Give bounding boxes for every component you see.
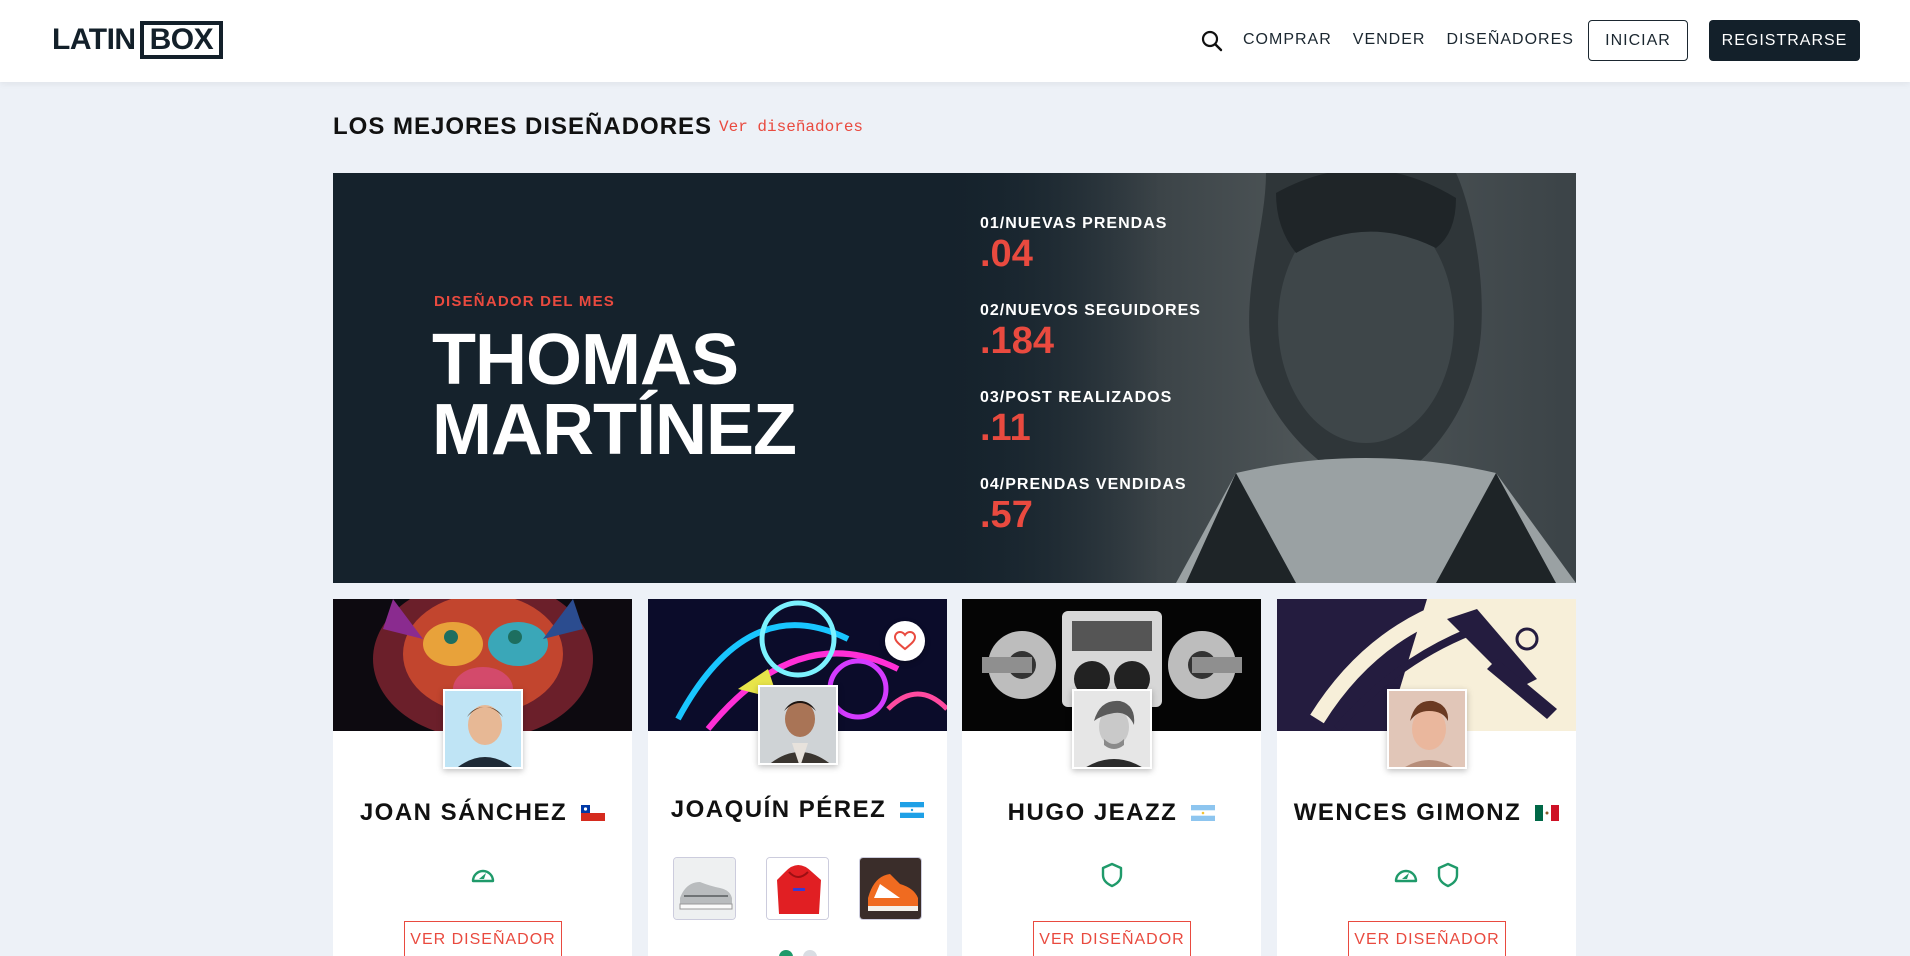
nav-links: COMPRAR VENDER DISEÑADORES (1243, 31, 1574, 49)
designer-name: WENCES GIMONZ (1293, 799, 1522, 826)
hero-name-line2: MARTÍNEZ (432, 390, 797, 470)
hero-designer-name: THOMAS MARTÍNEZ (432, 320, 797, 470)
stat-item: 01/NUEVAS PRENDAS .04 (980, 215, 1201, 302)
shield-icon (1437, 862, 1458, 888)
stat-value: .11 (980, 407, 1031, 449)
stat-item: 04/PRENDAS VENDIDAS .57 (980, 476, 1201, 563)
top-navbar: LATIN BOX COMPRAR VENDER DISEÑADORES INI… (0, 0, 1910, 82)
stat-label: 01/NUEVAS PRENDAS (980, 215, 1168, 232)
logo-text-latin: LATIN (52, 23, 136, 56)
carousel-dots (648, 950, 947, 956)
stat-item: 03/POST REALIZADOS .11 (980, 389, 1201, 476)
argentina-flag-icon (1191, 805, 1216, 821)
designer-of-month-hero: DISEÑADOR DEL MES THOMAS MARTÍNEZ 01/NUE… (333, 173, 1576, 583)
designer-name-row: WENCES GIMONZ (1277, 799, 1576, 827)
mexico-flag-icon (1535, 805, 1560, 821)
login-button[interactable]: INICIAR (1588, 20, 1688, 61)
badges-row (962, 861, 1261, 889)
carousel-dot[interactable] (778, 950, 793, 956)
speedometer-icon (471, 869, 494, 883)
designer-avatar[interactable] (1072, 689, 1152, 769)
view-designer-button[interactable]: VER DISEÑADOR (1348, 921, 1506, 956)
badges-row (333, 861, 632, 889)
designer-avatar[interactable] (443, 689, 523, 769)
product-thumb-sneaker[interactable] (673, 857, 736, 920)
search-icon[interactable] (1200, 29, 1224, 53)
designer-name-row: JOAQUÍN PÉREZ (648, 796, 947, 824)
speedometer-icon (1394, 869, 1417, 883)
badges-row (1277, 861, 1576, 889)
favorite-button[interactable] (885, 621, 925, 661)
latinbox-logo[interactable]: LATIN BOX (52, 20, 224, 60)
designer-name-row: HUGO JEAZZ (962, 799, 1261, 827)
see-designers-link[interactable]: Ver diseñadores (719, 118, 863, 136)
shield-icon (1101, 862, 1122, 888)
chile-flag-icon (581, 805, 606, 821)
nav-vender[interactable]: VENDER (1353, 31, 1426, 49)
register-button[interactable]: REGISTRARSE (1709, 20, 1860, 61)
designer-name: JOAQUÍN PÉREZ (670, 796, 887, 823)
view-designer-button[interactable]: VER DISEÑADOR (1033, 921, 1191, 956)
designer-avatar[interactable] (1387, 689, 1467, 769)
stat-value: .57 (980, 494, 1033, 536)
hero-subtitle: DISEÑADOR DEL MES (434, 293, 615, 310)
product-thumb-hoodie[interactable] (766, 857, 829, 920)
product-thumb-jordan[interactable] (859, 857, 922, 920)
stat-label: 03/POST REALIZADOS (980, 389, 1173, 406)
designer-card[interactable]: JOAN SÁNCHEZ VER DISEÑADOR (333, 599, 632, 956)
view-designer-button[interactable]: VER DISEÑADOR (404, 921, 562, 956)
stat-item: 02/NUEVOS SEGUIDORES .184 (980, 302, 1201, 389)
nav-comprar[interactable]: COMPRAR (1243, 31, 1332, 49)
section-title: LOS MEJORES DISEÑADORES (333, 113, 713, 140)
honduras-flag-icon (900, 802, 925, 818)
designer-name-row: JOAN SÁNCHEZ (333, 799, 632, 827)
heart-icon (894, 631, 916, 651)
designer-products (648, 857, 947, 920)
hero-name-line1: THOMAS (432, 320, 739, 400)
stat-label: 04/PRENDAS VENDIDAS (980, 476, 1187, 493)
hero-stats: 01/NUEVAS PRENDAS .04 02/NUEVOS SEGUIDOR… (980, 215, 1201, 563)
nav-disenadores[interactable]: DISEÑADORES (1446, 31, 1573, 49)
stat-value: .04 (980, 233, 1033, 275)
stat-value: .184 (980, 320, 1054, 362)
designer-name: HUGO JEAZZ (1007, 799, 1178, 826)
designer-card[interactable]: WENCES GIMONZ VER DISEÑADOR (1277, 599, 1576, 956)
carousel-dot[interactable] (802, 950, 817, 956)
designer-name: JOAN SÁNCHEZ (359, 799, 568, 826)
stat-label: 02/NUEVOS SEGUIDORES (980, 302, 1201, 319)
logo-text-box: BOX (139, 21, 224, 59)
designer-avatar[interactable] (758, 685, 838, 765)
designer-card[interactable]: HUGO JEAZZ VER DISEÑADOR (962, 599, 1261, 956)
designer-card[interactable]: JOAQUÍN PÉREZ (648, 599, 947, 956)
